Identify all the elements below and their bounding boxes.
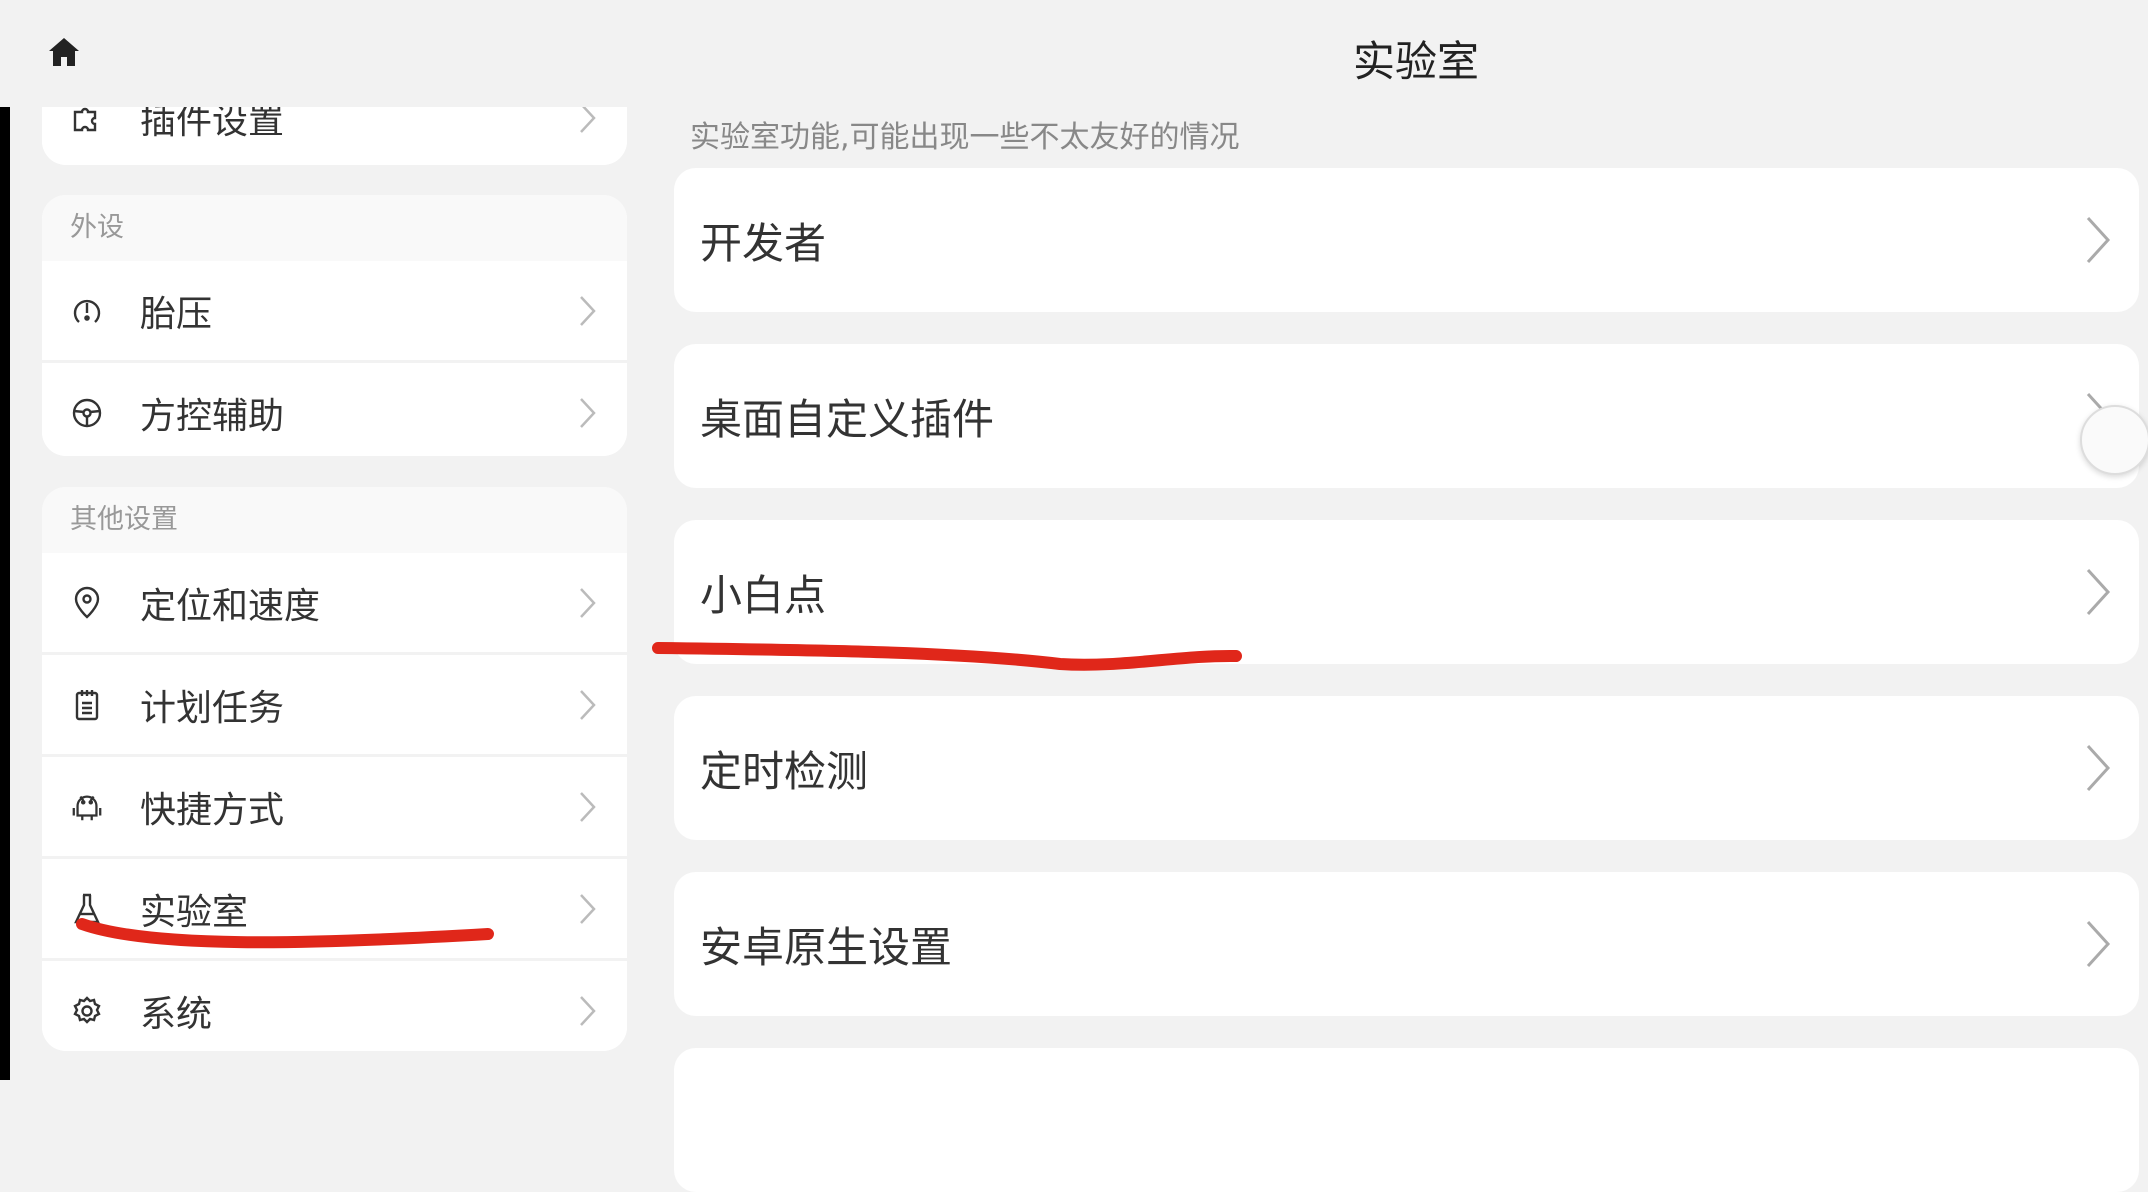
home-button[interactable] xyxy=(44,32,84,72)
group-label-other-settings: 其他设置 xyxy=(42,487,627,553)
lab-item-partial[interactable] xyxy=(674,1048,2139,1192)
chevron-right-icon xyxy=(580,397,596,428)
chevron-right-icon xyxy=(580,295,596,326)
sidebar-item-label: 实验室 xyxy=(140,891,249,933)
sidebar-item-lab[interactable]: 实验室 xyxy=(42,859,627,961)
sidebar-item-shortcuts[interactable]: 快捷方式 xyxy=(42,757,627,859)
sidebar-item-label: 方控辅助 xyxy=(140,395,285,437)
gear-icon xyxy=(70,994,104,1028)
chevron-right-icon xyxy=(2086,568,2111,616)
floating-ball-button[interactable] xyxy=(2080,405,2148,475)
lab-item-scheduled-detection[interactable]: 定时检测 xyxy=(674,696,2139,840)
lab-item-label: 桌面自定义插件 xyxy=(700,394,995,444)
android-icon xyxy=(70,790,104,824)
chevron-right-icon xyxy=(580,791,596,822)
sidebar-item-label: 胎压 xyxy=(140,293,213,335)
sidebar-item-tire-pressure[interactable]: 胎压 xyxy=(42,261,627,363)
sidebar-card-peripherals: 外设 胎压 方控辅助 xyxy=(42,195,627,456)
location-pin-icon xyxy=(70,586,104,620)
chevron-right-icon xyxy=(580,995,596,1026)
steering-wheel-icon xyxy=(70,396,104,430)
lab-item-developer[interactable]: 开发者 xyxy=(674,168,2139,312)
sidebar-item-steering-assist[interactable]: 方控辅助 xyxy=(42,363,627,456)
sidebar-item-scheduled-tasks[interactable]: 计划任务 xyxy=(42,655,627,757)
lab-item-label: 开发者 xyxy=(700,218,827,268)
page-subtitle: 实验室功能,可能出现一些不太友好的情况 xyxy=(690,120,1240,155)
page-title: 实验室 xyxy=(1353,37,1480,86)
notepad-icon xyxy=(70,688,104,722)
sidebar-card-other-settings: 其他设置 定位和速度 计划任务 快捷方式 实验室 系统 xyxy=(42,487,627,1051)
lab-item-label: 小白点 xyxy=(700,570,827,620)
flask-icon xyxy=(70,892,104,926)
chevron-right-icon xyxy=(580,587,596,618)
chevron-right-icon xyxy=(580,689,596,720)
lab-item-desktop-widgets[interactable]: 桌面自定义插件 xyxy=(674,344,2139,488)
group-label-peripherals: 外设 xyxy=(42,195,627,261)
sidebar-item-label: 计划任务 xyxy=(140,687,285,729)
chevron-right-icon xyxy=(2086,920,2111,968)
sidebar-item-system[interactable]: 系统 xyxy=(42,961,627,1051)
chevron-right-icon xyxy=(580,893,596,924)
lab-item-little-white-dot[interactable]: 小白点 xyxy=(674,520,2139,664)
chevron-right-icon xyxy=(2086,216,2111,264)
screen-edge xyxy=(0,0,10,1080)
sidebar-item-label: 系统 xyxy=(140,993,213,1035)
chevron-right-icon xyxy=(2086,744,2111,792)
sidebar-item-label: 快捷方式 xyxy=(140,789,285,831)
lab-item-label: 安卓原生设置 xyxy=(700,922,953,972)
tire-pressure-icon xyxy=(70,294,104,328)
sidebar-item-location-speed[interactable]: 定位和速度 xyxy=(42,553,627,655)
home-icon xyxy=(49,38,79,66)
top-bar xyxy=(0,0,2148,107)
lab-item-label: 定时检测 xyxy=(700,746,869,796)
lab-item-android-native-settings[interactable]: 安卓原生设置 xyxy=(674,872,2139,1016)
sidebar-item-label: 定位和速度 xyxy=(140,585,321,627)
sidebar: 插件设置 外设 胎压 方控辅助 其他设置 定位和速度 计划任务 快捷方式 实验室… xyxy=(42,0,627,1080)
